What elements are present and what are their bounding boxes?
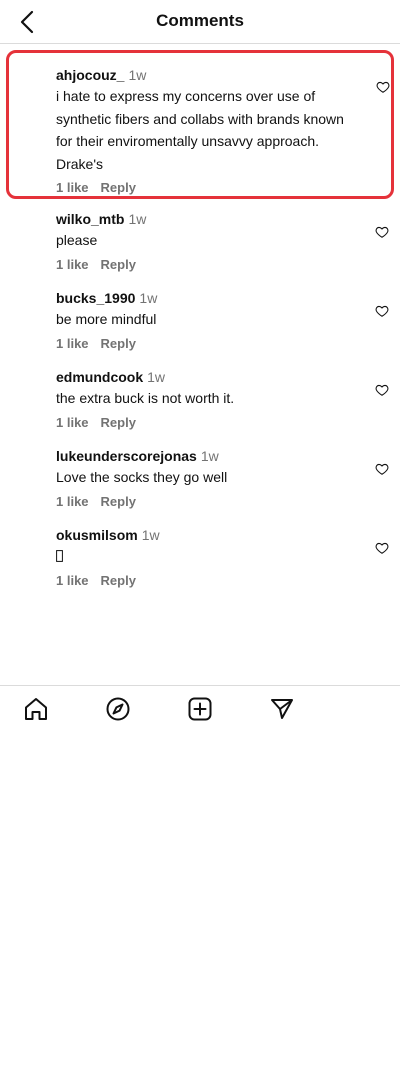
comment-username[interactable]: ahjocouz_ [56, 67, 124, 83]
heart-icon[interactable] [375, 225, 389, 239]
comment-like-count[interactable]: 1 like [56, 415, 89, 430]
comment-list: ahjocouz_ 1w i hate to express my concern… [0, 44, 400, 604]
comment-item[interactable]: bucks_1990 1w be more mindful 1 like Reply [0, 288, 400, 367]
nav-new-post-button[interactable] [187, 696, 213, 722]
comment-item[interactable]: edmundcook 1w the extra buck is not worth… [0, 367, 400, 446]
comment-username[interactable]: bucks_1990 [56, 290, 135, 306]
nav-explore-button[interactable] [105, 696, 131, 722]
comment-text: be more mindful [56, 311, 157, 327]
comment-username[interactable]: okusmilsom [56, 527, 138, 543]
new-post-plus-icon [188, 697, 212, 721]
comment-like-count[interactable]: 1 like [56, 573, 89, 588]
reply-button[interactable]: Reply [101, 180, 136, 195]
comment-username[interactable]: wilko_mtb [56, 211, 124, 227]
comment-username[interactable]: edmundcook [56, 369, 143, 385]
heart-icon[interactable] [376, 80, 390, 94]
nav-home-button[interactable] [23, 696, 49, 722]
missing-glyph-icon [56, 550, 63, 562]
comment-time: 1w [139, 290, 158, 306]
bottom-navigation [0, 685, 400, 732]
comment-like-count[interactable]: 1 like [56, 336, 89, 351]
comment-text [56, 545, 356, 568]
comment-text: the extra buck is not worth it. [56, 390, 235, 406]
comment-like-count[interactable]: 1 like [56, 180, 89, 195]
comment-time: 1w [128, 211, 147, 227]
comment-time: 1w [147, 369, 166, 385]
send-paper-plane-icon [271, 699, 293, 719]
comment-item-highlighted[interactable]: ahjocouz_ 1w i hate to express my concern… [6, 50, 394, 199]
comment-text: i hate to express my concerns over use o… [56, 88, 344, 172]
explore-compass-icon [106, 697, 130, 721]
comments-header: Comments [0, 0, 400, 44]
comment-time: 1w [200, 448, 219, 464]
reply-button[interactable]: Reply [101, 257, 136, 272]
comment-time: 1w [128, 67, 147, 83]
reply-button[interactable]: Reply [101, 573, 136, 588]
page-title: Comments [156, 11, 244, 30]
home-icon [25, 698, 47, 720]
comment-item[interactable]: okusmilsom 1w 1 like Reply [0, 525, 400, 604]
comment-text: Love the socks they go well [56, 469, 228, 485]
heart-icon[interactable] [375, 541, 389, 555]
comment-time: 1w [141, 527, 160, 543]
comment-like-count[interactable]: 1 like [56, 494, 89, 509]
comment-item[interactable]: lukeunderscorejonas 1w Love the socks the… [0, 446, 400, 525]
reply-button[interactable]: Reply [101, 336, 136, 351]
comment-like-count[interactable]: 1 like [56, 257, 89, 272]
reply-button[interactable]: Reply [101, 415, 136, 430]
heart-icon[interactable] [375, 383, 389, 397]
heart-icon[interactable] [375, 462, 389, 476]
comment-username[interactable]: lukeunderscorejonas [56, 448, 197, 464]
nav-direct-button[interactable] [269, 696, 295, 722]
heart-icon[interactable] [375, 304, 389, 318]
reply-button[interactable]: Reply [101, 494, 136, 509]
comment-text: please [56, 232, 98, 248]
comment-item[interactable]: wilko_mtb 1w please 1 like Reply [0, 209, 400, 288]
